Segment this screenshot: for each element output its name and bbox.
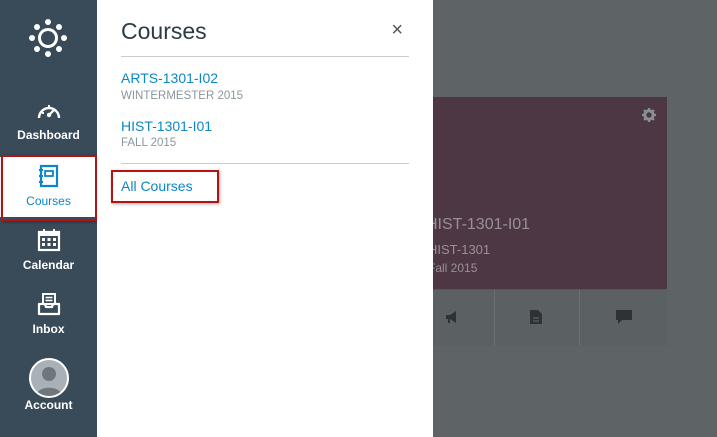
tray-title: Courses	[121, 18, 207, 44]
course-term: FALL 2015	[121, 137, 177, 149]
inbox-icon	[37, 293, 60, 316]
nav-account-label-wrap: Account	[0, 398, 97, 412]
gear-icon[interactable]	[642, 108, 656, 122]
nav-account-label: Account	[24, 398, 73, 412]
course-card-code[interactable]: HIST-1301-I01	[426, 216, 530, 234]
global-nav: Dashboard Courses Calendar Inbox Account	[0, 0, 97, 437]
nav-dashboard[interactable]: Dashboard	[0, 100, 97, 142]
canvas-logo-icon[interactable]	[26, 16, 70, 60]
course-link[interactable]: ARTS-1301-I02	[121, 70, 218, 86]
nav-inbox[interactable]: Inbox	[0, 292, 97, 336]
nav-calendar[interactable]: Calendar	[0, 228, 97, 272]
nav-calendar-label: Calendar	[22, 258, 75, 272]
card-action-divider	[579, 290, 580, 346]
dashboard-icon	[37, 105, 60, 119]
courses-icon	[38, 164, 58, 188]
course-card-hero[interactable]: HIST-1301-I01 HIST-1301 Fall 2015	[426, 97, 667, 289]
assignments-icon[interactable]	[530, 310, 542, 324]
discussions-icon[interactable]	[616, 310, 632, 324]
card-action-divider	[494, 290, 495, 346]
nav-inbox-label: Inbox	[32, 322, 65, 336]
course-term: WINTERMESTER 2015	[121, 90, 244, 102]
calendar-icon	[37, 229, 60, 252]
nav-dashboard-label: Dashboard	[17, 128, 80, 142]
dashboard-area: HIST-1301-I01 HIST-1301 Fall 2015	[426, 0, 717, 437]
nav-courses[interactable]: Courses	[0, 157, 97, 217]
course-card-actions	[433, 289, 667, 346]
avatar	[29, 358, 69, 398]
announcements-icon[interactable]	[445, 310, 459, 324]
tray-divider	[121, 56, 409, 57]
nav-courses-label: Courses	[26, 194, 71, 208]
course-link[interactable]: HIST-1301-I01	[121, 118, 212, 134]
user-silhouette-icon	[36, 367, 62, 396]
courses-tray: Courses × ARTS-1301-I02 WINTERMESTER 201…	[97, 0, 433, 437]
all-courses-link[interactable]: All Courses	[121, 178, 193, 194]
close-icon[interactable]: ×	[391, 20, 403, 40]
tray-divider	[121, 163, 409, 164]
course-card[interactable]: HIST-1301-I01 HIST-1301 Fall 2015	[426, 97, 667, 346]
course-card-name: HIST-1301	[428, 242, 491, 257]
course-card-term: Fall 2015	[428, 261, 478, 275]
